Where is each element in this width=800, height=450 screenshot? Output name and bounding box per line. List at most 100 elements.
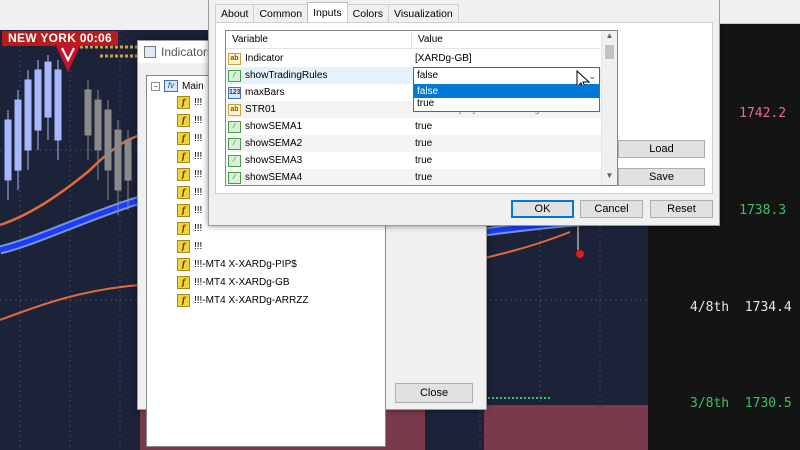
- tree-item[interactable]: f!!!: [177, 166, 202, 182]
- string-icon: ab: [228, 52, 241, 65]
- tree-item-label: !!!: [194, 222, 203, 234]
- tree-item-label: !!!: [194, 240, 203, 252]
- scroll-thumb[interactable]: [605, 45, 614, 59]
- tree-item[interactable]: f!!!: [177, 130, 202, 146]
- grid-header: Variable Value: [226, 31, 603, 49]
- tree-item-label: !!!-MT4 X-XARDg-GB: [194, 276, 290, 288]
- tab-common[interactable]: Common: [253, 4, 309, 22]
- price-level-value: 1730.5: [744, 396, 792, 411]
- input-name: showSEMA2: [245, 138, 303, 149]
- input-row[interactable]: ⁄ showSEMA2 true: [226, 135, 603, 152]
- tree-item[interactable]: f!!!: [177, 202, 202, 218]
- indicator-icon: f: [177, 167, 190, 181]
- load-button[interactable]: Load: [618, 140, 705, 158]
- price-level-value: 1738.3: [739, 203, 787, 218]
- tree-item-label: !!!: [194, 150, 203, 162]
- dropdown-list: false true: [413, 85, 600, 112]
- column-value[interactable]: Value: [412, 31, 443, 49]
- tree-item-label: !!!-MT4 X-XARDg-PIP$: [194, 258, 297, 270]
- input-name: showSEMA4: [245, 172, 303, 183]
- tree-item[interactable]: f!!!: [177, 184, 202, 200]
- scroll-down-icon[interactable]: ▼: [602, 171, 617, 185]
- save-button[interactable]: Save: [618, 168, 705, 186]
- input-value[interactable]: true: [412, 135, 603, 152]
- tree-item[interactable]: f!!!: [177, 148, 202, 164]
- tab-strip: About Common Inputs Colors Visualization: [215, 2, 459, 22]
- indicator-icon: f: [177, 113, 190, 127]
- tree-item-label: !!!: [194, 132, 203, 144]
- tab-inputs[interactable]: Inputs: [307, 2, 348, 22]
- input-name: showSEMA3: [245, 155, 303, 166]
- chart-window-icon: fv: [164, 80, 178, 92]
- dropdown-value: false: [417, 70, 439, 81]
- price-level-label: 3/8th: [690, 396, 730, 411]
- dropdown-option-true[interactable]: true: [414, 98, 599, 110]
- integer-icon: 123: [228, 86, 241, 99]
- tree-item-label: !!!: [194, 114, 203, 126]
- top-right-panel: [720, 0, 800, 24]
- top-left-strip: [0, 0, 208, 30]
- indicator-icon: f: [177, 221, 190, 235]
- ok-button[interactable]: OK: [511, 200, 574, 218]
- tab-colors[interactable]: Colors: [346, 4, 390, 22]
- input-value[interactable]: true: [412, 152, 603, 169]
- indicator-icon: f: [177, 257, 190, 271]
- reset-button[interactable]: Reset: [650, 200, 713, 218]
- string-icon: ab: [228, 103, 241, 116]
- price-level-value: 1742.2: [739, 106, 787, 121]
- session-badge: NEW YORK 00:06: [2, 31, 119, 46]
- indicator-icon: f: [177, 95, 190, 109]
- bool-icon: ⁄: [228, 137, 241, 150]
- tree-item[interactable]: f !!!-MT4 X-XARDg-ARRZZ: [177, 292, 308, 308]
- input-row[interactable]: ab Indicator [XARDg-GB]: [226, 50, 603, 67]
- price-level-value: 1734.4: [744, 300, 792, 315]
- tree-item[interactable]: f!!!: [177, 94, 202, 110]
- price-level-4: 3/8th 1730.5: [690, 396, 800, 411]
- column-variable[interactable]: Variable: [226, 31, 412, 49]
- input-row[interactable]: ⁄ showSEMA1 true: [226, 118, 603, 135]
- input-name: Indicator: [245, 53, 284, 64]
- cancel-button[interactable]: Cancel: [580, 200, 643, 218]
- collapse-icon[interactable]: −: [151, 81, 160, 91]
- input-row[interactable]: ⁄ showSEMA4 true: [226, 169, 603, 185]
- indicator-icon: f: [177, 131, 190, 145]
- input-value[interactable]: true: [412, 118, 603, 135]
- tree-item[interactable]: f !!!-MT4 X-XARDg-GB: [177, 274, 290, 290]
- indicator-icon: f: [177, 149, 190, 163]
- grid-scrollbar[interactable]: ▲ ▼: [601, 31, 617, 185]
- tab-visualization[interactable]: Visualization: [388, 4, 459, 22]
- input-row[interactable]: ⁄ showSEMA3 true: [226, 152, 603, 169]
- dropdown-option-false[interactable]: false: [414, 86, 599, 98]
- tree-item[interactable]: f!!!: [177, 112, 202, 128]
- input-name: showSEMA1: [245, 121, 303, 132]
- input-name: maxBars: [245, 87, 285, 98]
- input-name: STR01: [245, 104, 277, 115]
- indicator-icon: f: [177, 185, 190, 199]
- tree-item[interactable]: f!!!: [177, 238, 202, 254]
- value-dropdown[interactable]: false ⌄: [413, 67, 600, 85]
- indicator-icon: f: [177, 203, 190, 217]
- bool-icon: ⁄: [228, 171, 241, 184]
- tab-about[interactable]: About: [215, 4, 255, 22]
- indicator-icon: f: [177, 239, 190, 253]
- scroll-up-icon[interactable]: ▲: [602, 31, 617, 45]
- indicators-window-icon: [144, 46, 156, 58]
- bool-icon: ⁄: [228, 120, 241, 133]
- tree-item[interactable]: f !!!-MT4 X-XARDg-PIP$: [177, 256, 297, 272]
- tree-item-label: !!!: [194, 186, 203, 198]
- input-value[interactable]: true: [412, 169, 603, 185]
- tree-item-label: !!!: [194, 96, 203, 108]
- tree-item[interactable]: f!!!: [177, 220, 202, 236]
- inputs-grid[interactable]: Variable Value ab Indicator [XARDg-GB] ⁄ s…: [225, 30, 618, 186]
- tree-item-label: !!!: [194, 204, 203, 216]
- bool-icon: ⁄: [228, 154, 241, 167]
- bool-icon: ⁄: [228, 69, 241, 82]
- close-button[interactable]: Close: [395, 383, 473, 403]
- price-level-label: 4/8th: [690, 300, 730, 315]
- tree-root[interactable]: − fv Main: [151, 78, 204, 94]
- indicator-icon: f: [177, 293, 190, 307]
- input-value[interactable]: [XARDg-GB]: [412, 50, 603, 67]
- tree-item-label: !!!: [194, 168, 203, 180]
- input-name: showTradingRules: [245, 70, 328, 81]
- price-level-3: 4/8th 1734.4: [690, 300, 800, 315]
